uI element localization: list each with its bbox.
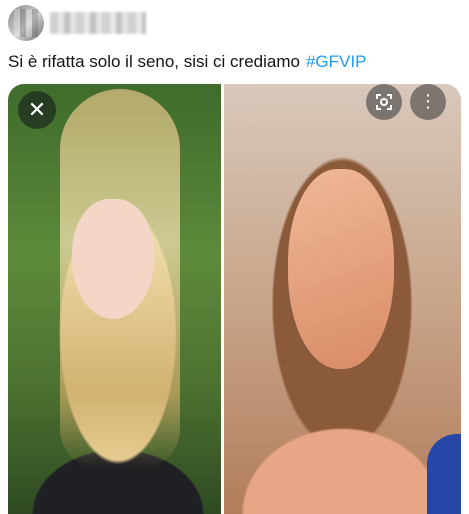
tweet-card: Si è rifatta solo il seno, sisi ci credi… (0, 0, 469, 514)
close-icon[interactable]: ✕ (18, 91, 56, 129)
tweet-body-text: Si è rifatta solo il seno, sisi ci credi… (8, 52, 300, 71)
scan-icon[interactable] (366, 84, 402, 120)
tweet-text: Si è rifatta solo il seno, sisi ci credi… (8, 52, 366, 72)
photo-right-swimwear (427, 434, 461, 514)
media-grid: ✕ ⋮ (8, 84, 461, 514)
scan-icon-svg (376, 94, 392, 110)
blurred-author-name[interactable] (50, 12, 146, 34)
photo-left[interactable]: ✕ (8, 84, 221, 514)
photo-left-face (72, 199, 154, 319)
more-vertical-icon[interactable]: ⋮ (410, 84, 446, 120)
avatar[interactable] (8, 5, 44, 41)
photo-right-face (288, 169, 394, 369)
hashtag-link[interactable]: #GFVIP (306, 52, 366, 71)
photo-right[interactable]: ⋮ (224, 84, 461, 514)
tweet-header (8, 4, 146, 42)
